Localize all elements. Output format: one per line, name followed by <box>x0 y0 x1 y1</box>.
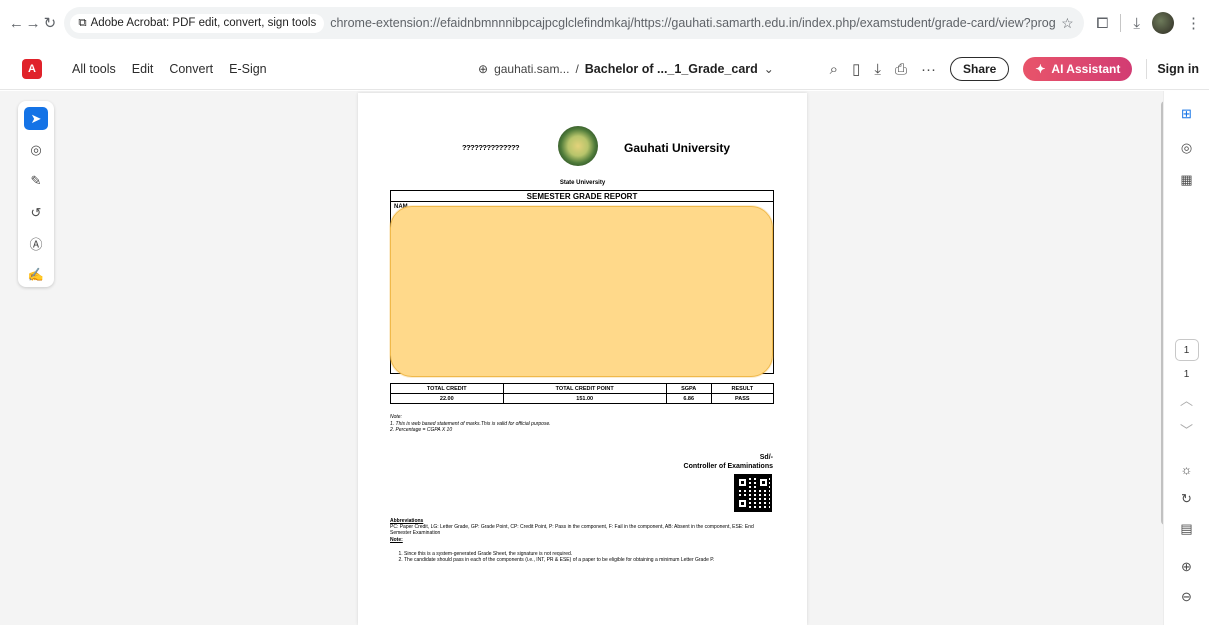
comments-icon[interactable]: ◎ <box>1173 135 1201 161</box>
bookmark-star-icon[interactable]: ☆ <box>1056 15 1078 32</box>
globe-icon: ⊕ <box>478 62 489 76</box>
more-options-icon[interactable]: ··· <box>921 61 936 78</box>
zoom-in-icon[interactable]: ⊕ <box>1173 554 1201 580</box>
profile-avatar[interactable] <box>1152 12 1174 34</box>
ai-assistant-button[interactable]: ✦ AI Assistant <box>1023 57 1133 81</box>
header-sgpa: SGPA <box>665 383 712 394</box>
value-total-credit-point: 151.00 <box>502 393 667 404</box>
lasso-draw-icon[interactable]: ↺ <box>24 201 48 224</box>
value-sgpa: 6.86 <box>665 393 712 404</box>
report-title: SEMESTER GRADE REPORT <box>391 191 773 202</box>
menu-edit[interactable]: Edit <box>132 62 154 76</box>
extensions-puzzle-icon[interactable]: ⧠ <box>1096 15 1108 32</box>
abbreviations-block: Abbreviations PC: Paper Credit, LG: Lett… <box>390 518 774 563</box>
doc-name: Bachelor of ..._1_Grade_card <box>584 62 758 76</box>
value-result: PASS <box>710 393 775 404</box>
qr-finder <box>737 498 748 509</box>
download-icon[interactable]: ⤓ <box>1133 15 1140 32</box>
refresh-icon[interactable]: ↻ <box>1173 486 1201 512</box>
page-up-chevron-icon[interactable]: ︿ <box>1173 386 1201 412</box>
controller-label: Controller of Examinations <box>683 463 773 470</box>
forward-arrow-icon[interactable]: → <box>25 10 42 36</box>
search-icon[interactable]: ⌕ <box>830 61 838 78</box>
quick-tools-panel: ➤ ◎ ✎ ↺ Ⓐ ✍ <box>18 101 54 287</box>
comment-icon[interactable]: ◎ <box>24 138 48 161</box>
site-chip-label: Adobe Acrobat: PDF edit, convert, sign t… <box>90 17 317 29</box>
text-box-icon[interactable]: Ⓐ <box>24 232 48 255</box>
document-settings-icon[interactable]: ▤ <box>1173 516 1201 542</box>
current-page-input[interactable]: 1 <box>1174 339 1199 361</box>
url-text[interactable]: chrome-extension://efaidnbmnnnibpcajpcgl… <box>330 16 1056 30</box>
sign-in-link[interactable]: Sign in <box>1146 59 1199 79</box>
right-rail: ⊞ ◎ ▦ 1 1 ︿ ﹀ ☼ ↻ ▤ ⊕ ⊖ <box>1163 91 1209 625</box>
select-cursor-icon[interactable]: ➤ <box>24 107 48 131</box>
doc-separator: / <box>575 62 579 76</box>
qr-code-image <box>734 474 772 512</box>
divider <box>1120 14 1122 32</box>
share-button[interactable]: Share <box>950 57 1010 81</box>
acrobat-logo-icon[interactable]: A <box>22 58 42 79</box>
download-icon[interactable]: ⤓ <box>874 61 881 78</box>
redaction-overlay <box>390 206 773 377</box>
total-pages-label: 1 <box>1183 369 1190 380</box>
header-result: RESULT <box>710 383 775 394</box>
reload-icon[interactable]: ↻ <box>42 10 59 36</box>
browser-toolbar: ← → ↻ ⧉ Adobe Acrobat: PDF edit, convert… <box>0 0 1209 46</box>
state-university-label: State University <box>559 180 606 186</box>
zoom-out-icon[interactable]: ⊖ <box>1173 584 1201 610</box>
summary-table: TOTAL CREDIT TOTAL CREDIT POINT SGPA RES… <box>390 383 775 404</box>
thumbnails-grid-icon[interactable]: ▦ <box>1173 167 1201 193</box>
document-title[interactable]: ⊕ gauhati.sam... / Bachelor of ..._1_Gra… <box>478 48 774 90</box>
summary-header-row: TOTAL CREDIT TOTAL CREDIT POINT SGPA RES… <box>390 383 775 394</box>
print-icon[interactable]: ⎙ <box>895 61 907 78</box>
ai-assistant-label: AI Assistant <box>1051 62 1121 76</box>
abbreviations-text: PC: Paper Credit, LG: Letter Grade, GP: … <box>390 524 754 537</box>
menu-all-tools[interactable]: All tools <box>72 62 116 76</box>
extension-icon: ⧉ <box>78 16 87 29</box>
note2-item: The candidate should pass in each of the… <box>404 557 774 563</box>
note2-title: Note: <box>390 536 403 543</box>
read-aloud-icon[interactable]: ☼ <box>1173 456 1201 482</box>
university-name: Gauhati University <box>624 141 731 155</box>
note-block: Note: 1. This is web based statement of … <box>390 414 551 434</box>
acrobat-toolbar: A All tools Edit Convert E-Sign ⊕ gauhat… <box>0 48 1209 90</box>
menu-convert[interactable]: Convert <box>169 62 213 76</box>
header-total-credit: TOTAL CREDIT <box>390 383 504 394</box>
back-arrow-icon[interactable]: ← <box>8 10 25 36</box>
value-total-credit: 22.00 <box>390 393 504 404</box>
university-seal-image <box>558 126 598 166</box>
document-viewer: ➤ ◎ ✎ ↺ Ⓐ ✍ ?????????????? Gauhati Unive… <box>0 91 1209 625</box>
note-line: 2. Percentage = CGPA X 10 <box>390 427 453 433</box>
ai-sparkle-icon: ✦ <box>1035 62 1046 76</box>
address-bar[interactable]: ⧉ Adobe Acrobat: PDF edit, convert, sign… <box>64 7 1085 39</box>
qr-finder <box>737 477 748 488</box>
sd-label: Sd/- <box>759 454 773 461</box>
signature-block: Sd/- Controller of Examinations <box>684 453 773 471</box>
qr-finder <box>758 477 769 488</box>
sign-pen-icon[interactable]: ✍ <box>24 264 48 287</box>
generative-summary-icon[interactable]: ⊞ <box>1173 101 1201 127</box>
note2-list: Since this is a system-generated Grade S… <box>404 551 774 563</box>
acrobat-menu: All tools Edit Convert E-Sign <box>72 62 267 76</box>
page-view-icon[interactable]: ▯ <box>852 60 860 78</box>
pdf-page: ?????????????? Gauhati University State … <box>358 93 807 625</box>
site-chip[interactable]: ⧉ Adobe Acrobat: PDF edit, convert, sign… <box>70 13 325 33</box>
header-garbled-text: ?????????????? <box>462 143 520 152</box>
header-total-credit-point: TOTAL CREDIT POINT <box>502 383 667 394</box>
highlight-pen-icon[interactable]: ✎ <box>24 170 48 193</box>
doc-host: gauhati.sam... <box>494 62 570 76</box>
page-down-chevron-icon[interactable]: ﹀ <box>1173 416 1201 442</box>
summary-value-row: 22.00 151.00 6.86 PASS <box>390 393 775 404</box>
menu-esign[interactable]: E-Sign <box>229 62 267 76</box>
kebab-menu-icon[interactable]: ⋮ <box>1186 14 1201 32</box>
chevron-down-icon[interactable]: ⌄ <box>764 62 774 76</box>
